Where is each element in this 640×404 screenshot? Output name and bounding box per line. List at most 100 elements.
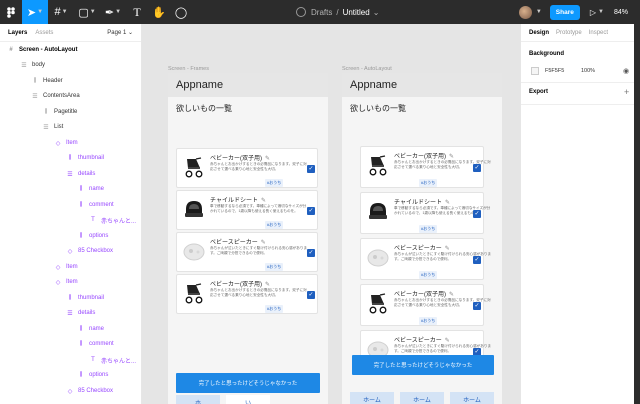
- stroller-icon: [182, 281, 206, 305]
- tag-badge[interactable]: #おうち: [419, 271, 438, 279]
- avatar[interactable]: [518, 5, 532, 19]
- item-checkbox[interactable]: ✓: [307, 249, 315, 257]
- item-card[interactable]: ベビーカー(双子用) ✎ 赤ちゃんとお出かけするときの必需品になります。双子に対応さ…: [176, 274, 318, 314]
- tag-badge[interactable]: #おうち: [419, 225, 438, 233]
- car-seat-icon: [182, 197, 206, 221]
- text-tool-button[interactable]: T: [126, 0, 148, 24]
- comment-bubble-icon: ◯: [174, 6, 188, 19]
- pen-icon: ✒: [104, 6, 115, 19]
- background-color-swatch[interactable]: [531, 67, 539, 75]
- tab-assets[interactable]: Assets: [35, 30, 53, 36]
- canvas[interactable]: Screen - Frames Appname 欲しいもの一覧 ベビーカー(双子…: [142, 24, 520, 404]
- layer-thumbnail-1[interactable]: ⫼ thumbnail: [66, 152, 104, 164]
- item-checkbox[interactable]: ✓: [473, 210, 481, 218]
- app-header: Appname: [342, 73, 502, 97]
- background-opacity-input[interactable]: 100%: [581, 68, 595, 74]
- item-card[interactable]: ベビースピーカー ✎ 赤ちゃんが泣いたときにすぐ駆け付けられる安心感があります。ご両…: [360, 238, 491, 280]
- item-checkbox[interactable]: ✓: [473, 164, 481, 172]
- car-seat-icon: [366, 199, 390, 223]
- frame-screen-autolayout[interactable]: Appname 欲しいもの一覧 ベビーカー(双子用) ✎ 赤ちゃんとお出かけするとき…: [342, 73, 502, 404]
- tab-prototype[interactable]: Prototype: [556, 30, 582, 36]
- tag-badge[interactable]: #おうち: [419, 317, 438, 325]
- item-card[interactable]: チャイルドシート ✎ 車で移動するなら必須です。車種によって適切なサイズが分かれてい…: [360, 192, 490, 234]
- frame-icon: #: [54, 6, 61, 18]
- file-menu-chevron-icon[interactable]: ⌄: [373, 8, 380, 17]
- item-checkbox[interactable]: ✓: [307, 207, 315, 215]
- item-card[interactable]: ベビーカー(双子用) ✎ 赤ちゃんとお出かけするときの必需品になります。双子に対応さ…: [176, 148, 318, 188]
- shape-tool-button[interactable]: ▢ ▼: [74, 0, 100, 24]
- frame-label-autolayout[interactable]: Screen - AutoLayout: [342, 66, 392, 72]
- layer-comment-text-1[interactable]: T 赤ちゃんと...: [89, 214, 136, 226]
- nav-button[interactable]: い: [226, 395, 270, 404]
- frame-tool-button[interactable]: # ▼: [48, 0, 74, 24]
- add-export-plus-icon[interactable]: +: [624, 87, 629, 97]
- complete-button[interactable]: 完了したと思ったけどそうじゃなかった: [352, 355, 494, 375]
- window-edge: [634, 24, 640, 404]
- tab-inspect[interactable]: Inspect: [589, 30, 608, 36]
- complete-button[interactable]: 完了したと思ったけどそうじゃなかった: [176, 373, 320, 393]
- layer-body[interactable]: ☰ body: [20, 59, 45, 71]
- nav-button-home[interactable]: ホーム: [450, 392, 494, 404]
- item-card[interactable]: チャイルドシート ✎ 車で移動するなら必須です。車種によって適切なサイズが分かれてい…: [176, 190, 318, 230]
- item-card[interactable]: ベビーカー(双子用) ✎ 赤ちゃんとお出かけするときの必需品になります。双子に対応さ…: [360, 146, 491, 188]
- tag-badge[interactable]: #おうち: [265, 263, 284, 271]
- layer-name-3[interactable]: ⫼ name: [77, 323, 104, 335]
- item-checkbox[interactable]: ✓: [307, 291, 315, 299]
- layer-comment-1[interactable]: ⫼ comment: [77, 199, 114, 211]
- item-card[interactable]: ベビースピーカー ✎ 赤ちゃんが泣いたときにすぐ駆け付けられる安心感があります。ご両…: [176, 232, 318, 272]
- move-tool-button[interactable]: ➤ ▼: [22, 0, 48, 24]
- layer-thumbnail-3[interactable]: ⫼ thumbnail: [66, 292, 104, 304]
- layer-checkbox-3[interactable]: ◇ 85 Checkbox: [66, 385, 113, 397]
- avatar-chevron-icon[interactable]: ▼: [536, 9, 542, 15]
- tag-badge[interactable]: #おうち: [265, 305, 284, 313]
- layer-contentsarea[interactable]: ☰ ContentsArea: [31, 90, 79, 102]
- tab-layers[interactable]: Layers: [8, 30, 27, 36]
- layer-item-2[interactable]: ◇ Item: [54, 261, 78, 273]
- frame-screen-frames[interactable]: Appname 欲しいもの一覧 ベビーカー(双子用) ✎ 赤ちゃんとお出かけするとき…: [168, 73, 328, 404]
- layer-name-1[interactable]: ⫼ name: [77, 183, 104, 195]
- comment-tool-button[interactable]: ◯: [170, 0, 192, 24]
- component-instance-icon: ◇: [55, 140, 61, 147]
- share-button[interactable]: Share: [549, 4, 580, 20]
- layer-details-1[interactable]: ☰ details: [66, 168, 95, 180]
- layer-item-3[interactable]: ◇ Item: [54, 276, 78, 288]
- layer-options-1[interactable]: ⫼ options: [77, 230, 109, 242]
- layer-screen-autolayout[interactable]: # Screen - AutoLayout: [7, 44, 77, 56]
- tab-design[interactable]: Design: [529, 30, 549, 36]
- text-icon: T: [133, 4, 141, 19]
- pen-tool-button[interactable]: ✒ ▼: [100, 0, 126, 24]
- nav-button-home[interactable]: ホーム: [400, 392, 444, 404]
- layer-list[interactable]: ☰ List: [42, 121, 63, 133]
- layer-options-3[interactable]: ⫼ options: [77, 369, 109, 381]
- stroller-icon: [366, 291, 390, 315]
- breadcrumb-drafts[interactable]: Drafts: [311, 8, 332, 17]
- main-menu-button[interactable]: [0, 0, 22, 24]
- present-chevron-icon[interactable]: ▼: [598, 9, 604, 15]
- item-card[interactable]: ベビーカー(双子用) ✎ 赤ちゃんとお出かけするときの必需品になります。双子に対応さ…: [360, 284, 491, 326]
- nav-button[interactable]: ホ: [176, 395, 220, 404]
- page-selector[interactable]: Page 1 ⌄: [107, 29, 133, 36]
- visibility-eye-icon[interactable]: ◉: [623, 67, 629, 75]
- frame-icon: #: [9, 47, 13, 53]
- layer-item-1[interactable]: ◇ Item: [54, 137, 78, 149]
- layer-header[interactable]: ⫼ Header: [31, 75, 63, 87]
- layer-details-3[interactable]: ☰ details: [66, 307, 95, 319]
- file-name[interactable]: Untitled: [343, 8, 370, 17]
- tag-badge[interactable]: #おうち: [265, 179, 284, 187]
- layer-checkbox-1[interactable]: ◇ 85 Checkbox: [66, 245, 113, 257]
- present-play-icon[interactable]: ▷: [590, 8, 596, 17]
- item-checkbox[interactable]: ✓: [307, 165, 315, 173]
- layer-pagetitle[interactable]: ⫼ Pagetitle: [42, 106, 78, 118]
- layer-comment-3[interactable]: ⫼ comment: [77, 338, 114, 350]
- zoom-level[interactable]: 84%: [614, 9, 628, 16]
- item-checkbox[interactable]: ✓: [473, 302, 481, 310]
- item-checkbox[interactable]: ✓: [473, 256, 481, 264]
- autolayout-icon: ⫼: [79, 371, 83, 378]
- tag-badge[interactable]: #おうち: [419, 179, 438, 187]
- tag-badge[interactable]: #おうち: [265, 221, 284, 229]
- layer-comment-text-3[interactable]: T 赤ちゃんと...: [89, 354, 136, 366]
- background-hex-input[interactable]: F5F5F5: [545, 68, 564, 74]
- nav-button-home[interactable]: ホーム: [350, 392, 394, 404]
- hand-tool-button[interactable]: ✋: [148, 0, 170, 24]
- frame-label-frames[interactable]: Screen - Frames: [168, 66, 209, 72]
